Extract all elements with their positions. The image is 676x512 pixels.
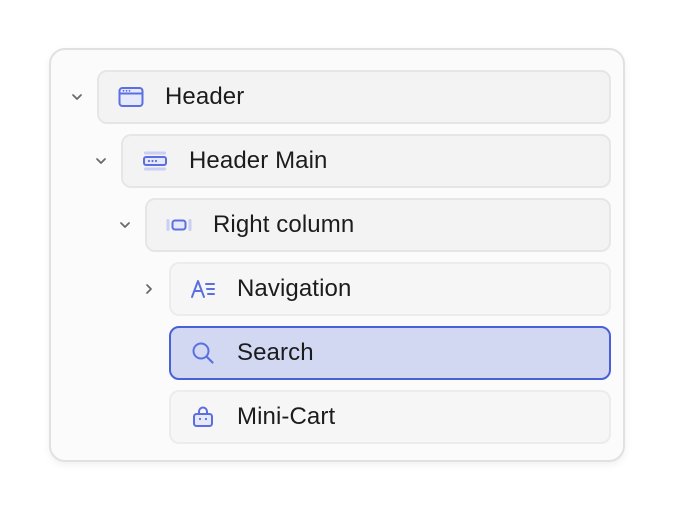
tree-item-label: Right column [213, 211, 355, 238]
tree-item-label: Navigation [237, 275, 352, 302]
tree-item-label: Search [237, 339, 314, 366]
tree-item-mini-cart[interactable]: Mini-Cart [169, 390, 611, 444]
chevron-down-icon[interactable] [92, 152, 110, 170]
chevron-right-icon[interactable] [140, 280, 158, 298]
column-icon [165, 211, 193, 239]
bag-icon [189, 403, 217, 431]
tree-item-label: Header [165, 83, 245, 110]
tree-item-right-column[interactable]: Right column [145, 198, 611, 252]
window-icon [117, 83, 145, 111]
chevron-down-icon[interactable] [68, 88, 86, 106]
tree-item-navigation[interactable]: Navigation [169, 262, 611, 316]
tree-item-label: Mini-Cart [237, 403, 336, 430]
tree-item-header[interactable]: Header [97, 70, 611, 124]
tree-item-search[interactable]: Search [169, 326, 611, 380]
search-icon [189, 339, 217, 367]
layer-tree-panel: Header Header Main Right column Navigati… [49, 48, 625, 462]
header-bar-icon [141, 147, 169, 175]
tree-item-label: Header Main [189, 147, 328, 174]
chevron-down-icon[interactable] [116, 216, 134, 234]
tree-item-header-main[interactable]: Header Main [121, 134, 611, 188]
navigation-icon [189, 275, 217, 303]
